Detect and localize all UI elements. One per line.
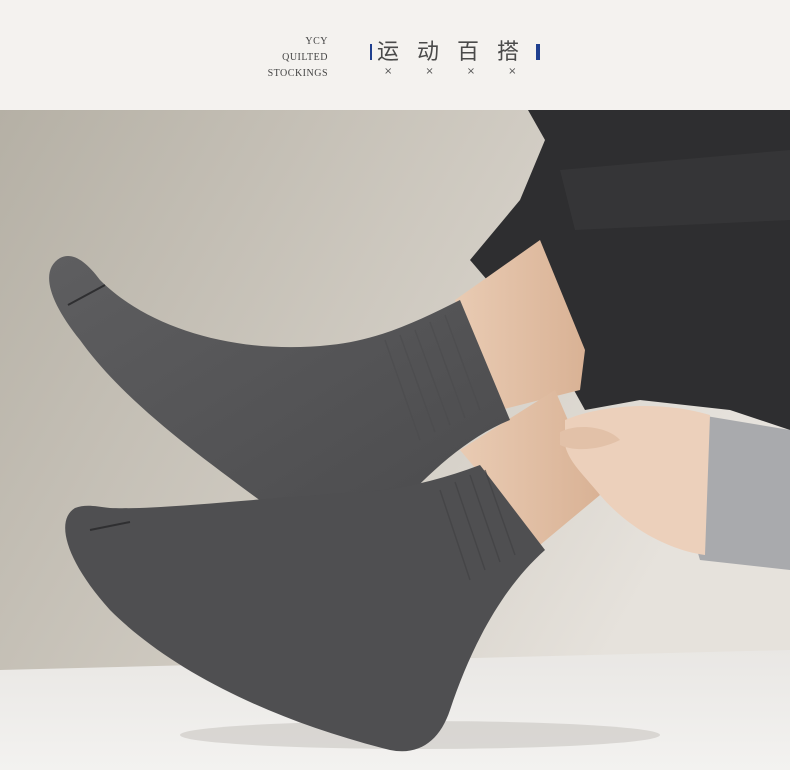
accent-bar-right xyxy=(536,44,540,60)
accent-bar-left xyxy=(370,44,372,60)
brand-line-3: STOCKINGS xyxy=(267,68,328,79)
product-photo xyxy=(0,110,790,770)
slogan-title: 运动百搭 xyxy=(377,40,538,65)
brand-block: YCY QUILTED STOCKINGS xyxy=(268,34,328,82)
slogan-marks: ×××× xyxy=(384,66,550,77)
brand-line-1: YCY xyxy=(305,36,328,47)
header: YCY QUILTED STOCKINGS 运动百搭 ×××× xyxy=(0,0,790,110)
brand-line-2: QUILTED xyxy=(282,52,328,63)
